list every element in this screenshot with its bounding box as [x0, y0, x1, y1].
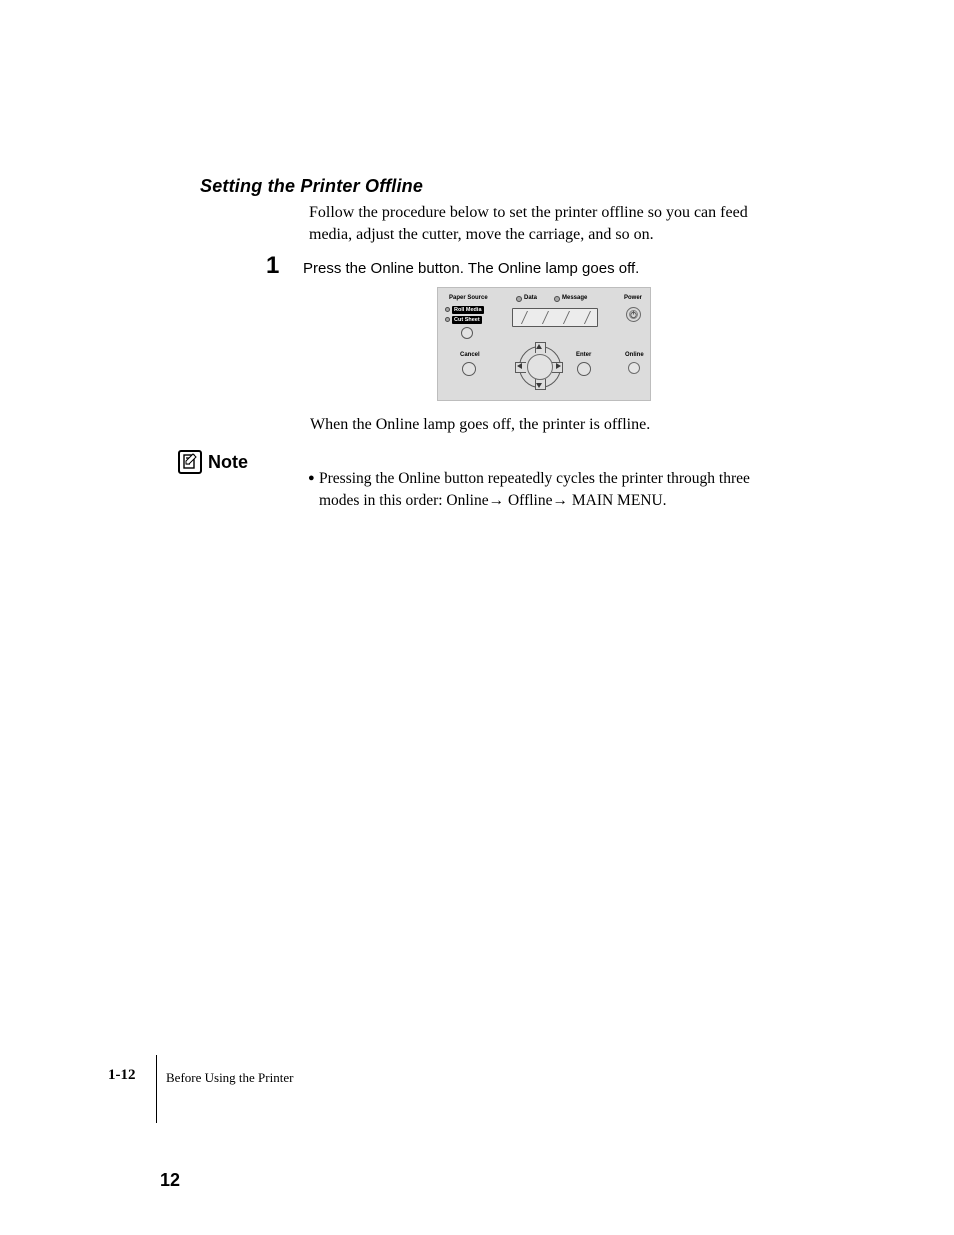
- lcd-display: [512, 308, 598, 327]
- roll-media-led-icon: [445, 307, 450, 312]
- arrow-right-icon: [556, 363, 561, 369]
- note-badge: Note: [178, 450, 248, 474]
- section-heading: Setting the Printer Offline: [200, 176, 423, 197]
- footer-section-page: 1-12: [108, 1067, 136, 1084]
- arrow-down-icon: [536, 383, 542, 388]
- label-online: Online: [625, 352, 644, 358]
- power-button[interactable]: [626, 307, 641, 322]
- label-data: Data: [524, 295, 537, 301]
- printer-panel-figure: Paper Source Data Message Power Roll Med…: [437, 287, 651, 401]
- label-roll-media: Roll Media: [452, 306, 484, 314]
- note-icon: [178, 450, 202, 474]
- online-button[interactable]: [628, 362, 640, 374]
- label-message: Message: [562, 295, 587, 301]
- label-power: Power: [624, 295, 642, 301]
- cancel-button[interactable]: [462, 362, 476, 376]
- cut-sheet-led-icon: [445, 317, 450, 322]
- footer-divider: [156, 1055, 157, 1123]
- step-1-text: Press the Online button. The Online lamp…: [303, 260, 639, 277]
- intro-paragraph: Follow the procedure below to set the pr…: [309, 202, 789, 245]
- note-label: Note: [208, 452, 248, 473]
- page-number: 12: [160, 1170, 180, 1191]
- label-paper-source: Paper Source: [449, 295, 488, 301]
- note-text: Pressing the Online button repeatedly cy…: [319, 468, 789, 511]
- navigation-dpad[interactable]: [515, 342, 563, 390]
- label-enter: Enter: [576, 352, 591, 358]
- enter-button[interactable]: [577, 362, 591, 376]
- label-cancel: Cancel: [460, 352, 480, 358]
- power-icon: [629, 310, 638, 319]
- paper-source-button[interactable]: [461, 327, 473, 339]
- footer-chapter-title: Before Using the Printer: [166, 1070, 293, 1086]
- data-led-icon: [516, 296, 522, 302]
- message-led-icon: [554, 296, 560, 302]
- arrow-left-icon: [517, 363, 522, 369]
- arrow-up-icon: [536, 344, 542, 349]
- step-number-1: 1: [266, 252, 279, 280]
- after-panel-text: When the Online lamp goes off, the print…: [310, 416, 650, 434]
- document-page: Setting the Printer Offline Follow the p…: [0, 0, 954, 1235]
- label-cut-sheet: Cut Sheet: [452, 316, 482, 324]
- bullet-icon: ●: [308, 472, 315, 484]
